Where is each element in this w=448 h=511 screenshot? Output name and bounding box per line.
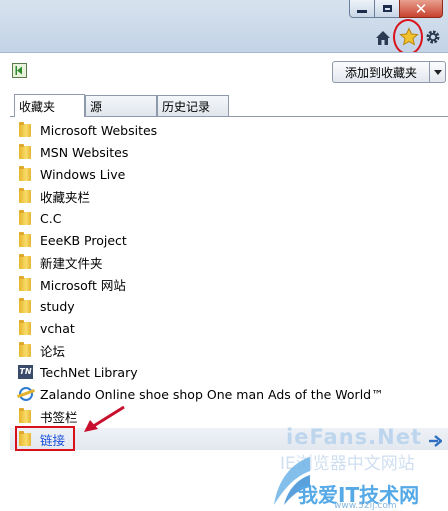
tools-button[interactable] bbox=[425, 29, 441, 49]
folder-icon bbox=[18, 166, 34, 182]
home-icon bbox=[376, 31, 390, 45]
gear-icon bbox=[426, 30, 440, 44]
list-item[interactable]: Microsoft Websites bbox=[18, 119, 157, 141]
restore-icon bbox=[382, 5, 392, 12]
folder-icon bbox=[18, 210, 34, 226]
list-item-label: MSN Websites bbox=[40, 144, 129, 160]
tab-favorites[interactable]: 收藏夹 bbox=[14, 94, 85, 117]
list-item[interactable]: 书签栏 bbox=[18, 405, 78, 427]
close-button[interactable]: ✕ bbox=[399, 0, 443, 18]
restore-button[interactable] bbox=[374, 0, 400, 18]
list-item-label: TechNet Library bbox=[40, 364, 138, 380]
watermark-url: www.52ij.com bbox=[334, 501, 397, 511]
folder-icon bbox=[18, 408, 34, 424]
folder-icon bbox=[18, 254, 34, 270]
red-arrow-annotation bbox=[80, 405, 126, 439]
list-item-label: 新建文件夹 bbox=[40, 255, 103, 271]
home-button[interactable] bbox=[375, 30, 391, 50]
list-item-label: vchat bbox=[40, 320, 75, 336]
list-item-label: 论坛 bbox=[40, 343, 66, 359]
list-item[interactable]: 论坛 bbox=[18, 339, 65, 361]
list-item[interactable]: Zalando Online shoe shop One man Ads of … bbox=[18, 383, 384, 405]
folder-icon bbox=[18, 122, 34, 138]
arrow-right-icon bbox=[429, 435, 443, 447]
list-item-label: Zalando Online shoe shop One man Ads of … bbox=[40, 386, 384, 402]
favorites-center: 添加到收藏夹 收藏夹 源 历史记录 Microsoft Websites MSN… bbox=[0, 52, 448, 511]
folder-icon bbox=[18, 298, 34, 314]
ie-page-icon bbox=[18, 386, 34, 402]
folder-icon bbox=[18, 188, 34, 204]
list-item[interactable]: Microsoft 网站 bbox=[18, 273, 126, 295]
tab-feeds[interactable]: 源 bbox=[85, 95, 157, 116]
add-to-favorites-button[interactable]: 添加到收藏夹 bbox=[332, 61, 430, 83]
folder-icon bbox=[18, 144, 34, 160]
list-item[interactable]: study bbox=[18, 295, 75, 317]
close-icon: ✕ bbox=[414, 0, 428, 18]
minimize-button[interactable] bbox=[349, 0, 375, 18]
watermark-brand: ieFans.Net bbox=[286, 425, 423, 449]
list-item[interactable]: C.C bbox=[18, 207, 61, 229]
list-item-label: C.C bbox=[40, 210, 62, 226]
list-item-label: Microsoft Websites bbox=[40, 122, 158, 138]
list-item[interactable]: 新建文件夹 bbox=[18, 251, 103, 273]
highlight-circle bbox=[393, 19, 423, 55]
list-item[interactable]: vchat bbox=[18, 317, 75, 339]
tab-history[interactable]: 历史记录 bbox=[157, 95, 229, 116]
minimize-icon bbox=[357, 10, 367, 13]
title-bar: ✕ bbox=[0, 0, 448, 55]
highlight-box bbox=[15, 426, 75, 451]
technet-icon: TN bbox=[18, 364, 34, 380]
list-item-label: Windows Live bbox=[40, 166, 126, 182]
folder-icon bbox=[18, 276, 34, 292]
open-in-new-tab-button[interactable] bbox=[428, 432, 443, 451]
list-item[interactable]: MSN Websites bbox=[18, 141, 128, 163]
list-item-label: study bbox=[40, 298, 75, 314]
pin-panel-button[interactable] bbox=[12, 63, 27, 78]
add-to-favorites-dropdown[interactable] bbox=[429, 61, 446, 83]
list-item[interactable]: TN TechNet Library bbox=[18, 361, 138, 383]
list-item[interactable]: 收藏夹栏 bbox=[18, 185, 90, 207]
list-item[interactable]: EeeKB Project bbox=[18, 229, 127, 251]
list-item[interactable]: Windows Live bbox=[18, 163, 125, 185]
folder-icon bbox=[18, 320, 34, 336]
list-item-label: 收藏夹栏 bbox=[40, 189, 91, 205]
list-item-label: Microsoft 网站 bbox=[40, 277, 126, 293]
chevron-down-icon bbox=[433, 69, 442, 75]
folder-icon bbox=[18, 232, 34, 248]
list-item-label: 书签栏 bbox=[40, 409, 78, 425]
list-item-label: EeeKB Project bbox=[40, 232, 127, 248]
folder-icon bbox=[18, 342, 34, 358]
pin-arrow-icon bbox=[12, 63, 27, 78]
